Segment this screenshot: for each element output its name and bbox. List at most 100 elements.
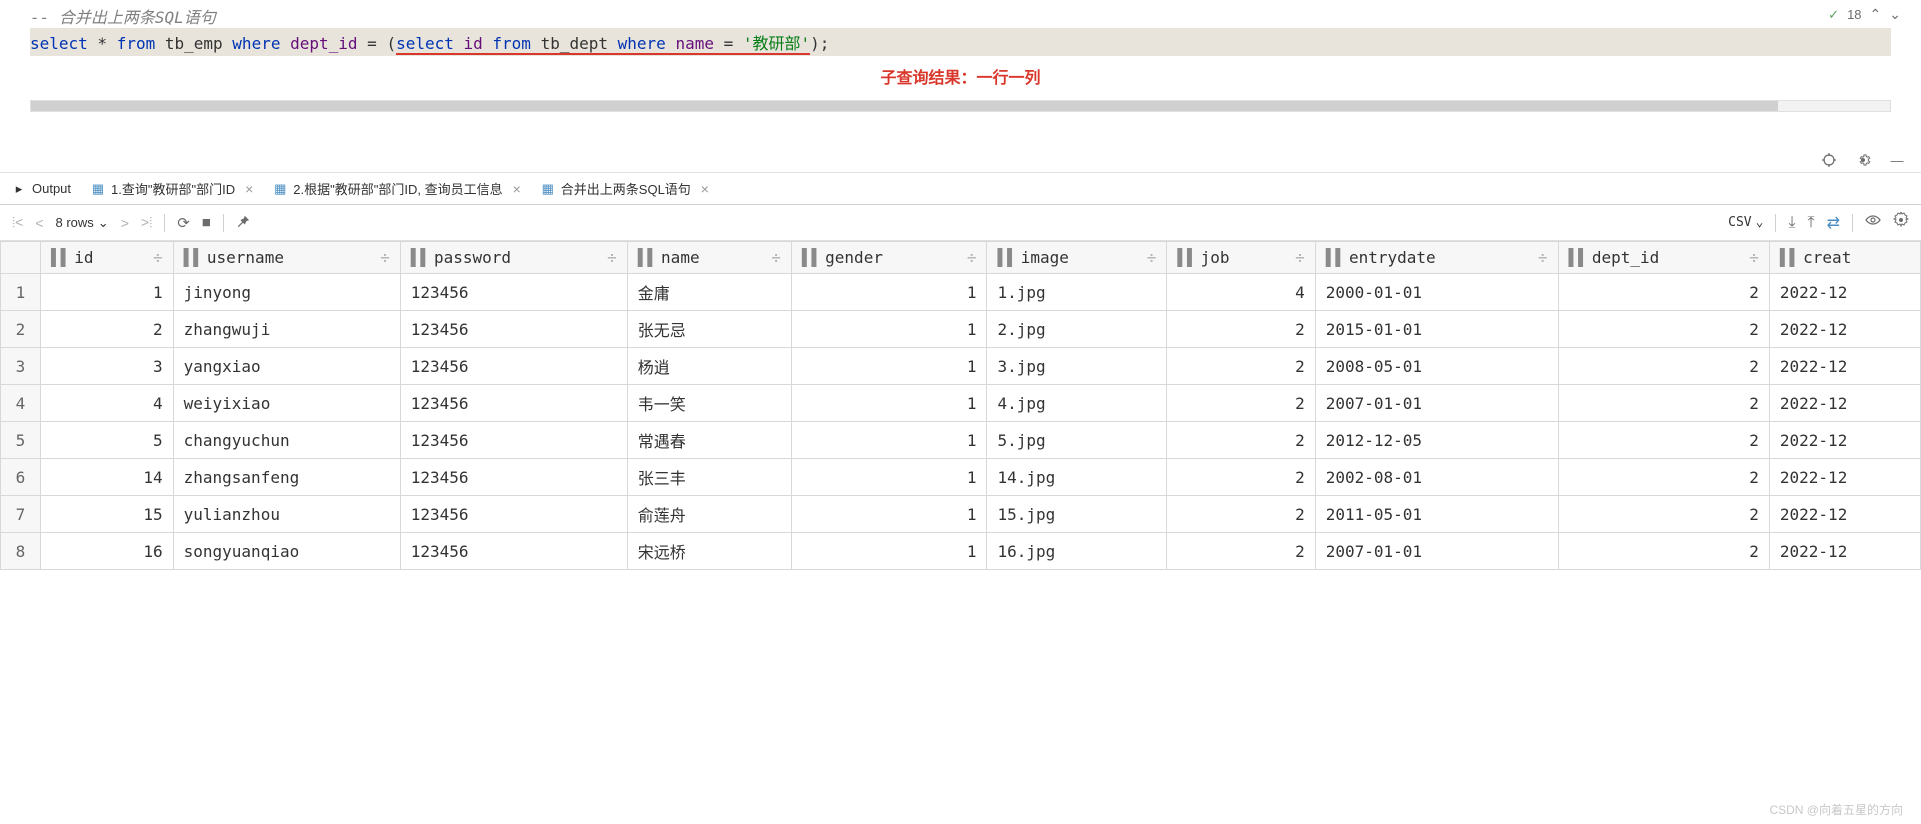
cell-id[interactable]: 4 [41, 385, 174, 422]
column-header-creat[interactable]: ▌▌creat [1769, 242, 1920, 274]
cell-id[interactable]: 15 [41, 496, 174, 533]
chevron-down-icon[interactable]: ⌄ [1889, 6, 1901, 23]
cell-password[interactable]: 123456 [400, 385, 627, 422]
cell-job[interactable]: 2 [1167, 348, 1315, 385]
column-header-dept-id[interactable]: ▌▌dept_id÷ [1558, 242, 1769, 274]
cell-name[interactable]: 金庸 [627, 274, 791, 311]
tab-query-1[interactable]: ▦ 1.查询"教研部"部门ID × [91, 173, 253, 204]
cell-entrydate[interactable]: 2007-01-01 [1315, 385, 1558, 422]
cell-job[interactable]: 2 [1167, 385, 1315, 422]
cell-gender[interactable]: 1 [791, 496, 987, 533]
chevron-up-icon[interactable]: ⌃ [1870, 6, 1882, 23]
cell-gender[interactable]: 1 [791, 459, 987, 496]
cell-entrydate[interactable]: 2011-05-01 [1315, 496, 1558, 533]
upload-button[interactable]: ⤒ [1808, 214, 1815, 232]
export-format-dropdown[interactable]: CSV ⌄ [1728, 215, 1763, 230]
cell-image[interactable]: 15.jpg [987, 496, 1167, 533]
cell-dept-id[interactable]: 2 [1558, 274, 1769, 311]
table-row[interactable]: 614zhangsanfeng123456张三丰114.jpg22002-08-… [1, 459, 1921, 496]
next-page-button[interactable]: > [121, 215, 129, 231]
cell-entrydate[interactable]: 2000-01-01 [1315, 274, 1558, 311]
sort-icon[interactable]: ÷ [967, 248, 977, 267]
cell-password[interactable]: 123456 [400, 533, 627, 570]
cell-password[interactable]: 123456 [400, 459, 627, 496]
cell-username[interactable]: songyuanqiao [173, 533, 400, 570]
cell-name[interactable]: 张三丰 [627, 459, 791, 496]
cell-gender[interactable]: 1 [791, 385, 987, 422]
cell-creat[interactable]: 2022-12 [1769, 311, 1920, 348]
first-page-button[interactable]: ⦙< [12, 214, 23, 231]
cell-dept-id[interactable]: 2 [1558, 311, 1769, 348]
sort-icon[interactable]: ÷ [1147, 248, 1157, 267]
last-page-button[interactable]: >⦙ [141, 214, 152, 231]
cell-image[interactable]: 16.jpg [987, 533, 1167, 570]
cell-id[interactable]: 5 [41, 422, 174, 459]
sort-icon[interactable]: ÷ [1295, 248, 1305, 267]
scrollbar-thumb[interactable] [31, 101, 1778, 111]
cell-dept-id[interactable]: 2 [1558, 422, 1769, 459]
cell-gender[interactable]: 1 [791, 348, 987, 385]
cell-creat[interactable]: 2022-12 [1769, 533, 1920, 570]
cell-entrydate[interactable]: 2012-12-05 [1315, 422, 1558, 459]
minimize-icon[interactable]: — [1889, 152, 1905, 168]
cell-name[interactable]: 杨逍 [627, 348, 791, 385]
cell-dept-id[interactable]: 2 [1558, 385, 1769, 422]
tab-output[interactable]: ▸ Output [12, 173, 71, 204]
cell-dept-id[interactable]: 2 [1558, 459, 1769, 496]
column-header-username[interactable]: ▌▌username÷ [173, 242, 400, 274]
sql-statement[interactable]: select * from tb_emp where dept_id = (se… [30, 28, 1891, 56]
cell-id[interactable]: 16 [41, 533, 174, 570]
table-row[interactable]: 44weiyixiao123456韦一笑14.jpg22007-01-01220… [1, 385, 1921, 422]
table-row[interactable]: 715yulianzhou123456俞莲舟115.jpg22011-05-01… [1, 496, 1921, 533]
table-row[interactable]: 55changyuchun123456常遇春15.jpg22012-12-052… [1, 422, 1921, 459]
cell-creat[interactable]: 2022-12 [1769, 422, 1920, 459]
cell-name[interactable]: 张无忌 [627, 311, 791, 348]
cell-job[interactable]: 2 [1167, 533, 1315, 570]
cell-username[interactable]: jinyong [173, 274, 400, 311]
cell-creat[interactable]: 2022-12 [1769, 348, 1920, 385]
cell-name[interactable]: 常遇春 [627, 422, 791, 459]
sort-icon[interactable]: ÷ [380, 248, 390, 267]
sort-icon[interactable]: ÷ [1749, 248, 1759, 267]
cell-gender[interactable]: 1 [791, 422, 987, 459]
compare-button[interactable]: ⇄ [1827, 213, 1840, 233]
cell-job[interactable]: 2 [1167, 311, 1315, 348]
cell-entrydate[interactable]: 2002-08-01 [1315, 459, 1558, 496]
cell-image[interactable]: 14.jpg [987, 459, 1167, 496]
cell-username[interactable]: yulianzhou [173, 496, 400, 533]
cell-password[interactable]: 123456 [400, 422, 627, 459]
refresh-button[interactable]: ⟳ [177, 214, 190, 232]
cell-password[interactable]: 123456 [400, 496, 627, 533]
sort-icon[interactable]: ÷ [771, 248, 781, 267]
cell-image[interactable]: 4.jpg [987, 385, 1167, 422]
stop-button[interactable]: ■ [202, 214, 211, 231]
tab-query-3[interactable]: ▦ 合并出上两条SQL语句 × [541, 173, 709, 204]
cell-job[interactable]: 2 [1167, 496, 1315, 533]
cell-dept-id[interactable]: 2 [1558, 533, 1769, 570]
cell-entrydate[interactable]: 2007-01-01 [1315, 533, 1558, 570]
settings-icon[interactable] [1893, 212, 1909, 233]
column-header-gender[interactable]: ▌▌gender÷ [791, 242, 987, 274]
cell-creat[interactable]: 2022-12 [1769, 496, 1920, 533]
cell-password[interactable]: 123456 [400, 311, 627, 348]
sort-icon[interactable]: ÷ [607, 248, 617, 267]
cell-image[interactable]: 3.jpg [987, 348, 1167, 385]
cell-id[interactable]: 3 [41, 348, 174, 385]
cell-entrydate[interactable]: 2008-05-01 [1315, 348, 1558, 385]
cell-username[interactable]: changyuchun [173, 422, 400, 459]
cell-gender[interactable]: 1 [791, 533, 987, 570]
table-row[interactable]: 33yangxiao123456杨逍13.jpg22008-05-0122022… [1, 348, 1921, 385]
result-table-wrap[interactable]: ▌▌id÷ ▌▌username÷ ▌▌password÷ ▌▌name÷ ▌▌… [0, 241, 1921, 570]
cell-username[interactable]: zhangwuji [173, 311, 400, 348]
column-header-job[interactable]: ▌▌job÷ [1167, 242, 1315, 274]
sort-icon[interactable]: ÷ [1538, 248, 1548, 267]
cell-id[interactable]: 2 [41, 311, 174, 348]
table-row[interactable]: 22zhangwuji123456张无忌12.jpg22015-01-01220… [1, 311, 1921, 348]
cell-image[interactable]: 5.jpg [987, 422, 1167, 459]
column-header-name[interactable]: ▌▌name÷ [627, 242, 791, 274]
close-icon[interactable]: × [513, 181, 521, 197]
column-header-image[interactable]: ▌▌image÷ [987, 242, 1167, 274]
cell-dept-id[interactable]: 2 [1558, 348, 1769, 385]
cell-image[interactable]: 1.jpg [987, 274, 1167, 311]
cell-creat[interactable]: 2022-12 [1769, 385, 1920, 422]
